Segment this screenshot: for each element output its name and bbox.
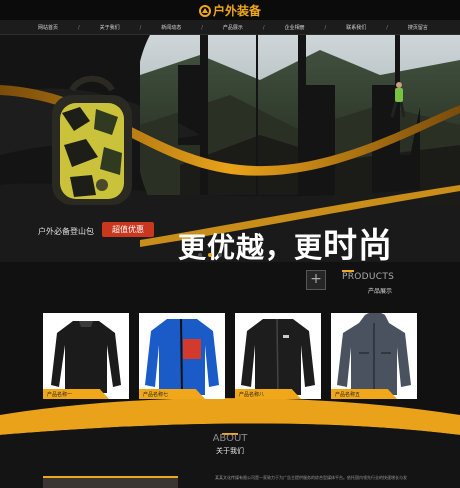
product-card[interactable]: 产品名称五 xyxy=(331,313,417,399)
nav-item-news[interactable]: 新闻动态 xyxy=(161,24,181,31)
site-logo[interactable]: 户外装备 xyxy=(0,2,460,19)
nav-separator: / xyxy=(386,24,388,31)
products-title-cn: 产品展示 xyxy=(368,288,393,295)
products-title-en: PRODUCTS xyxy=(342,272,395,282)
carousel-dot-1[interactable] xyxy=(198,253,202,257)
nav-separator: / xyxy=(324,24,327,31)
deal-button[interactable]: 超值优惠 xyxy=(102,222,154,237)
nav-separator: / xyxy=(77,24,80,31)
hero-tag-text: 户外必备登山包 xyxy=(38,227,94,236)
product-name: 产品名称一 xyxy=(47,392,73,398)
plus-icon[interactable]: + xyxy=(306,270,326,290)
slogan-part1: 更优越，更 xyxy=(178,231,324,262)
product-name: 产品名称八 xyxy=(239,392,265,398)
nav-item-about[interactable]: 关于我们 xyxy=(100,24,120,31)
nav-separator: / xyxy=(201,24,203,31)
about-image xyxy=(43,476,178,488)
nav-item-contact[interactable]: 联系我们 xyxy=(346,24,366,31)
about-title-cn: 关于我们 xyxy=(216,447,244,455)
about-title-en: ABOUT xyxy=(212,433,248,444)
carousel-dots xyxy=(198,253,222,257)
product-card[interactable]: 产品名称一 xyxy=(43,313,129,399)
nav-item-home[interactable]: 网站首页 xyxy=(38,24,58,31)
main-nav: 网站首页 / 关于我们 / 新闻动态 / 产品展示 / 企业相册 / 联系我们 … xyxy=(0,20,460,35)
site-header: 户外装备 xyxy=(0,0,460,20)
camo-backpack-image xyxy=(52,75,132,205)
product-card[interactable]: 产品名称七 xyxy=(139,313,225,399)
carousel-dot-2[interactable] xyxy=(208,253,212,257)
slogan-part2: 时尚 xyxy=(323,226,394,262)
nav-separator: / xyxy=(139,24,142,31)
carousel-dot-3[interactable] xyxy=(218,253,222,257)
nav-separator: / xyxy=(262,24,265,31)
product-name: 产品名称五 xyxy=(335,392,361,398)
nav-item-album[interactable]: 企业相册 xyxy=(285,24,305,31)
product-card[interactable]: 产品名称八 xyxy=(235,313,321,399)
logo-text: 户外装备 xyxy=(212,4,261,18)
product-name: 产品名称七 xyxy=(143,392,169,398)
mountain-emblem-icon xyxy=(198,5,211,17)
nav-item-products[interactable]: 产品展示 xyxy=(223,24,243,31)
nav-item-message[interactable]: 搜页留言 xyxy=(408,24,428,31)
about-text: 某某文化传媒有限公司是一家致力于为广告主提供服务的综合型媒体平台。依托国内领先行… xyxy=(215,475,407,480)
